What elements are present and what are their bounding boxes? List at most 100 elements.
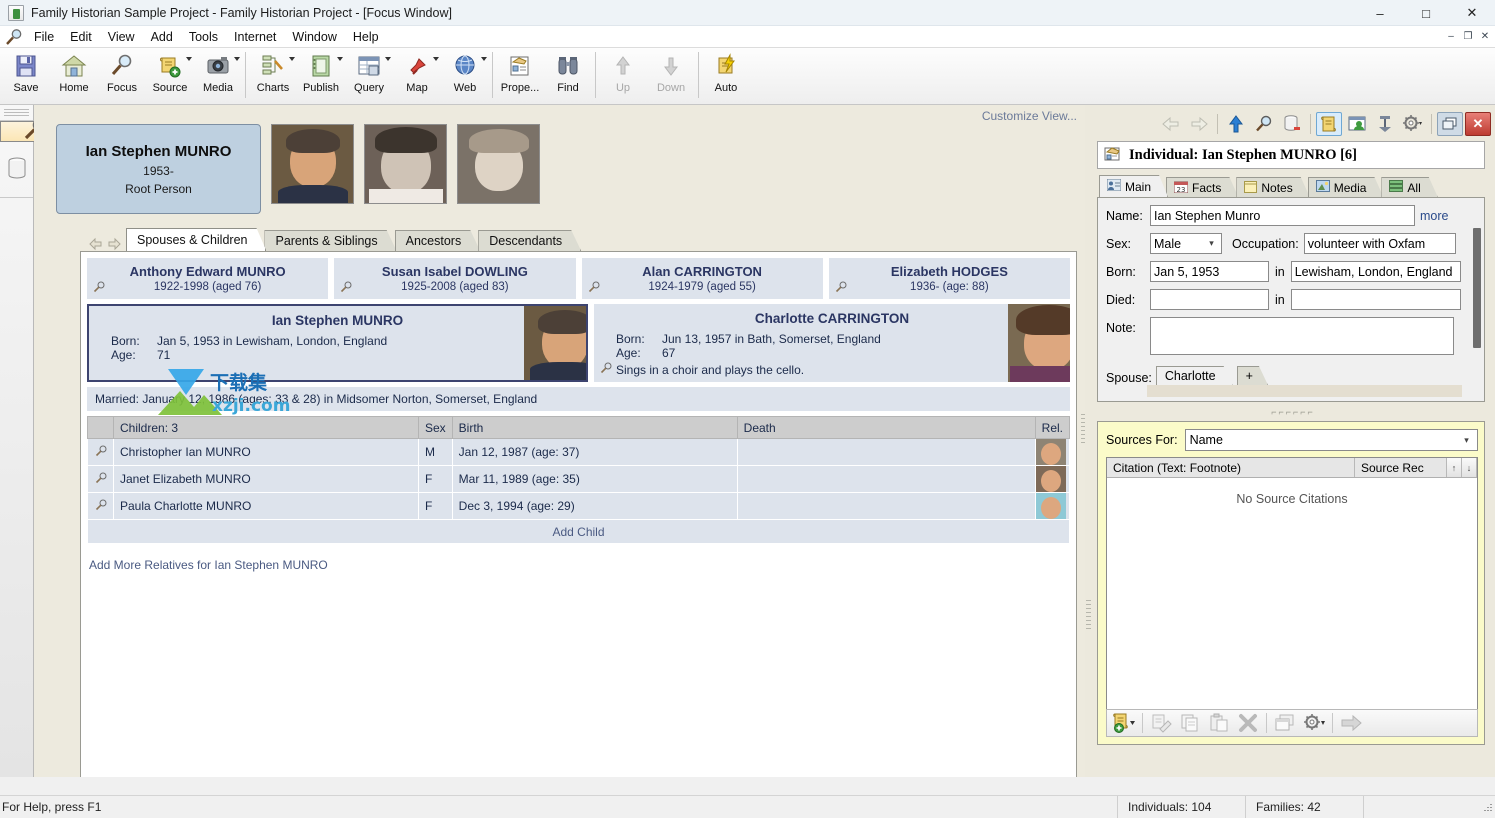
back-arrow-icon[interactable] [88, 237, 103, 251]
customize-view-link[interactable]: Customize View... [982, 109, 1077, 123]
more-link[interactable]: more [1420, 209, 1448, 223]
avatar[interactable] [1008, 304, 1070, 382]
database-delete-icon[interactable] [1279, 112, 1305, 136]
tab-facts[interactable]: 23 Facts [1166, 177, 1238, 197]
parent-card[interactable]: Alan CARRINGTON 1924-1979 (aged 55) [581, 258, 823, 299]
chevron-down-icon[interactable] [337, 57, 343, 61]
note-field[interactable] [1150, 317, 1454, 355]
menu-help[interactable]: Help [345, 28, 387, 46]
mdi-close-button[interactable]: ✕ [1477, 29, 1493, 44]
copy-icon[interactable] [1176, 711, 1204, 735]
name-field[interactable]: Ian Stephen Munro [1150, 205, 1415, 226]
table-header-sex[interactable]: Sex [418, 416, 453, 439]
web-button[interactable]: Web [441, 48, 489, 103]
magnifier-icon[interactable] [93, 281, 105, 293]
arrow-up-blue-icon[interactable] [1223, 112, 1249, 136]
menu-file[interactable]: File [26, 28, 62, 46]
tab-parents-siblings[interactable]: Parents & Siblings [264, 230, 396, 251]
maximize-button[interactable]: □ [1403, 0, 1449, 26]
died-place-field[interactable] [1290, 289, 1461, 310]
subject-card[interactable]: Ian Stephen MUNRO Born: Jan 5, 1953 in Le… [87, 304, 588, 382]
died-date-field[interactable] [1150, 289, 1269, 310]
dock-splitter[interactable] [1085, 105, 1089, 777]
avatar[interactable] [271, 124, 354, 204]
source-button[interactable]: Source [146, 48, 194, 103]
duplicate-window-icon[interactable] [1271, 711, 1299, 735]
sort-up-button[interactable]: ↑ [1447, 458, 1462, 477]
magnifier-icon[interactable] [340, 281, 352, 293]
scroll-sources-icon[interactable] [1316, 112, 1342, 136]
menu-add[interactable]: Add [143, 28, 181, 46]
tab-main[interactable]: Main [1099, 175, 1168, 197]
menu-internet[interactable]: Internet [226, 28, 284, 46]
sex-select[interactable]: Male ▾ [1150, 233, 1222, 254]
parent-card[interactable]: Susan Isabel DOWLING 1925-2008 (aged 83) [334, 258, 576, 299]
chevron-down-icon[interactable] [289, 57, 295, 61]
table-row[interactable]: Janet Elizabeth MUNRO F Mar 11, 1989 (ag… [87, 465, 1071, 493]
menu-tools[interactable]: Tools [181, 28, 226, 46]
child-photo-cell[interactable] [1035, 438, 1071, 466]
dock-splitter-handle[interactable] [1086, 600, 1091, 632]
child-photo-cell[interactable] [1035, 465, 1071, 493]
magnifier-icon[interactable] [95, 499, 107, 514]
avatar[interactable] [457, 124, 540, 204]
chevron-down-icon[interactable]: ▾ [1458, 432, 1475, 448]
table-header-death[interactable]: Death [737, 416, 1036, 439]
mdi-restore-button[interactable]: ❐ [1460, 29, 1476, 44]
add-citation-icon[interactable] [1110, 711, 1138, 735]
close-icon[interactable]: ✕ [1465, 112, 1491, 136]
up-button[interactable]: Up [599, 48, 647, 103]
spouse-tab-charlotte[interactable]: Charlotte [1156, 366, 1233, 385]
menu-view[interactable]: View [100, 28, 143, 46]
sources-for-select[interactable]: Name ▾ [1184, 429, 1478, 451]
mdi-minimize-button[interactable]: – [1443, 29, 1459, 44]
home-button[interactable]: Home [50, 48, 98, 103]
find-button[interactable]: Find [544, 48, 592, 103]
back-arrow-icon[interactable] [1158, 112, 1184, 136]
add-child-link[interactable]: Add Child [87, 520, 1070, 544]
row-magnifier-cell[interactable] [87, 492, 114, 520]
focus-button[interactable]: Focus [98, 48, 146, 103]
tab-descendants[interactable]: Descendants [478, 230, 581, 251]
properties-button[interactable]: Prope... [496, 48, 544, 103]
magnifier-icon[interactable] [1251, 112, 1277, 136]
avatar[interactable] [524, 306, 586, 380]
chevron-down-icon[interactable] [433, 57, 439, 61]
tab-media[interactable]: Media [1308, 177, 1384, 197]
marriage-row[interactable]: Married: January 12, 1986 (ages: 33 & 28… [87, 387, 1070, 411]
gear-icon[interactable] [1400, 112, 1426, 136]
paste-icon[interactable] [1205, 711, 1233, 735]
menu-window[interactable]: Window [284, 28, 344, 46]
add-more-relatives-link[interactable]: Add More Relatives for Ian Stephen MUNRO [89, 558, 1076, 572]
parent-card[interactable]: Anthony Edward MUNRO 1922-1998 (aged 76) [87, 258, 329, 299]
magnifier-icon[interactable] [600, 362, 612, 377]
menu-edit[interactable]: Edit [62, 28, 100, 46]
avatar[interactable] [364, 124, 447, 204]
chevron-down-icon[interactable] [234, 57, 240, 61]
sort-down-button[interactable]: ↓ [1462, 458, 1477, 477]
delete-x-icon[interactable] [1234, 711, 1262, 735]
panel-splitter-handle[interactable]: ⌐⌐⌐⌐⌐⌐ [1095, 407, 1491, 417]
born-date-field[interactable]: Jan 5, 1953 [1150, 261, 1269, 282]
partner-card[interactable]: Charlotte CARRINGTON Born: Jun 13, 1957 i… [594, 304, 1070, 382]
go-arrow-icon[interactable] [1337, 711, 1365, 735]
tab-all[interactable]: All [1381, 177, 1437, 197]
citations-list[interactable]: Citation (Text: Footnote) Source Rec ↑ ↓… [1106, 457, 1478, 712]
forward-arrow-icon[interactable] [107, 237, 122, 251]
window-person-icon[interactable] [1344, 112, 1370, 136]
forward-arrow-icon[interactable] [1186, 112, 1212, 136]
table-row[interactable]: Paula Charlotte MUNRO F Dec 3, 1994 (age… [87, 492, 1071, 520]
chevron-down-icon[interactable] [186, 57, 192, 61]
row-magnifier-cell[interactable] [87, 465, 114, 493]
born-place-field[interactable]: Lewisham, London, England [1290, 261, 1461, 282]
minimize-button[interactable]: – [1357, 0, 1403, 26]
child-photo-cell[interactable] [1035, 492, 1071, 520]
table-row[interactable]: Christopher Ian MUNRO M Jan 12, 1987 (ag… [87, 438, 1071, 466]
table-header-cell[interactable] [87, 416, 114, 439]
column-citation[interactable]: Citation (Text: Footnote) [1107, 458, 1355, 477]
sidebar-item-records[interactable] [0, 142, 33, 198]
magnifier-icon[interactable] [588, 281, 600, 293]
column-source-rec[interactable]: Source Rec [1355, 458, 1447, 477]
save-button[interactable]: Save [2, 48, 50, 103]
magnifier-icon[interactable] [835, 281, 847, 293]
